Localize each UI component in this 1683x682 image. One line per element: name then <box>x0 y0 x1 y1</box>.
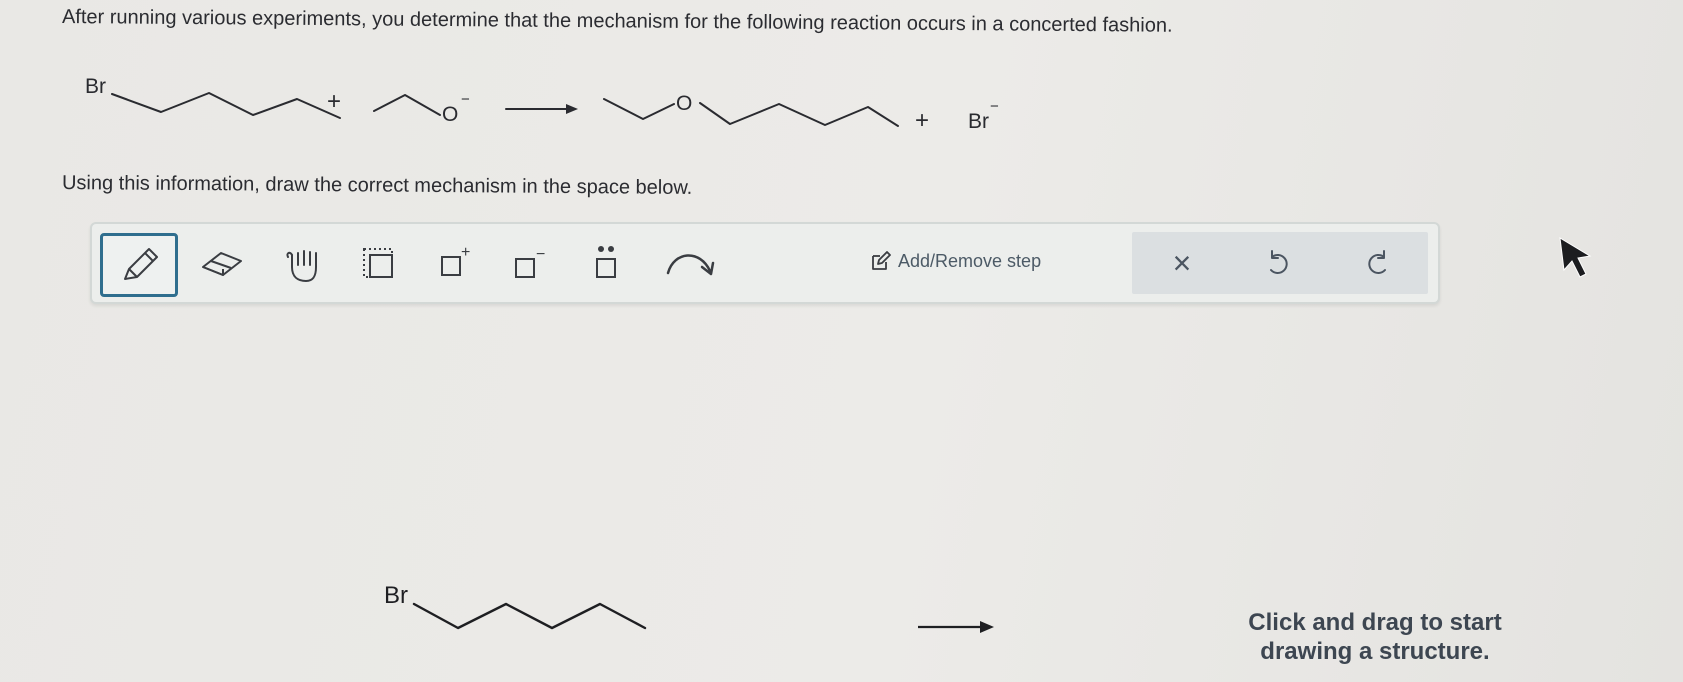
clear-button[interactable]: × <box>1152 240 1212 286</box>
add-remove-step-button[interactable]: Add/Remove step <box>870 250 1041 272</box>
redo-icon <box>1368 250 1386 274</box>
lasso-select-icon <box>363 248 393 278</box>
negative-charge-icon: − <box>515 246 545 278</box>
substrate-br-label[interactable]: Br <box>384 582 408 609</box>
reactant2-chain <box>373 94 441 116</box>
edit-icon <box>872 251 891 270</box>
product1-right-chain <box>699 102 899 127</box>
substrate-chain[interactable] <box>412 602 647 630</box>
redo-button[interactable] <box>1348 240 1408 286</box>
pencil-tool-button[interactable] <box>100 233 178 297</box>
curved-arrow-tool-button[interactable] <box>660 236 720 290</box>
reaction-arrowhead <box>566 104 578 114</box>
reactant2-negative-charge: − <box>461 91 470 108</box>
negative-charge-symbol: − <box>536 246 545 263</box>
negative-charge-tool-button[interactable]: − <box>500 236 560 290</box>
plus-sign-2: + <box>915 107 929 134</box>
reaction-scheme: Br + O − O + Br − <box>85 75 999 134</box>
history-controls-panel: × <box>1132 232 1428 294</box>
lone-pair-tool-button[interactable] <box>576 236 636 290</box>
positive-charge-symbol: + <box>461 244 470 261</box>
reactant2-oxygen-label: O <box>442 103 458 126</box>
undo-icon <box>1270 250 1288 274</box>
positive-charge-tool-button[interactable]: + <box>426 236 486 290</box>
hand-icon <box>286 250 317 282</box>
positive-charge-icon: + <box>441 244 470 276</box>
lone-pair-icon <box>596 246 616 278</box>
mouse-cursor-icon <box>1559 237 1592 278</box>
add-remove-step-label: Add/Remove step <box>898 250 1042 271</box>
product1-oxygen-label: O <box>676 92 692 115</box>
product1-left-chain <box>603 98 675 120</box>
reactant1-chain <box>111 92 341 119</box>
curved-arrow-icon <box>666 254 715 276</box>
undo-button[interactable] <box>1248 240 1308 286</box>
pencil-icon <box>124 248 158 280</box>
canvas-hint-text: Click and drag to start drawing a struct… <box>1225 608 1525 666</box>
plus-sign-1: + <box>327 88 341 115</box>
eraser-tool-button[interactable] <box>192 236 252 290</box>
instruction-text: Using this information, draw the correct… <box>61 172 693 199</box>
drawing-toolbar: + − Add/Remove step × <box>90 222 1440 304</box>
move-tool-button[interactable] <box>272 236 332 290</box>
reactant1-br-label: Br <box>85 75 106 98</box>
hint-line-2: drawing a structure. <box>1260 638 1490 665</box>
product2-negative-charge: − <box>990 98 999 115</box>
select-tool-button[interactable] <box>348 236 408 290</box>
hint-line-1: Click and drag to start <box>1248 609 1502 636</box>
canvas-arrowhead <box>980 621 994 633</box>
product2-br-label: Br <box>968 110 989 133</box>
eraser-icon <box>202 252 242 276</box>
clear-icon: × <box>1172 245 1192 281</box>
